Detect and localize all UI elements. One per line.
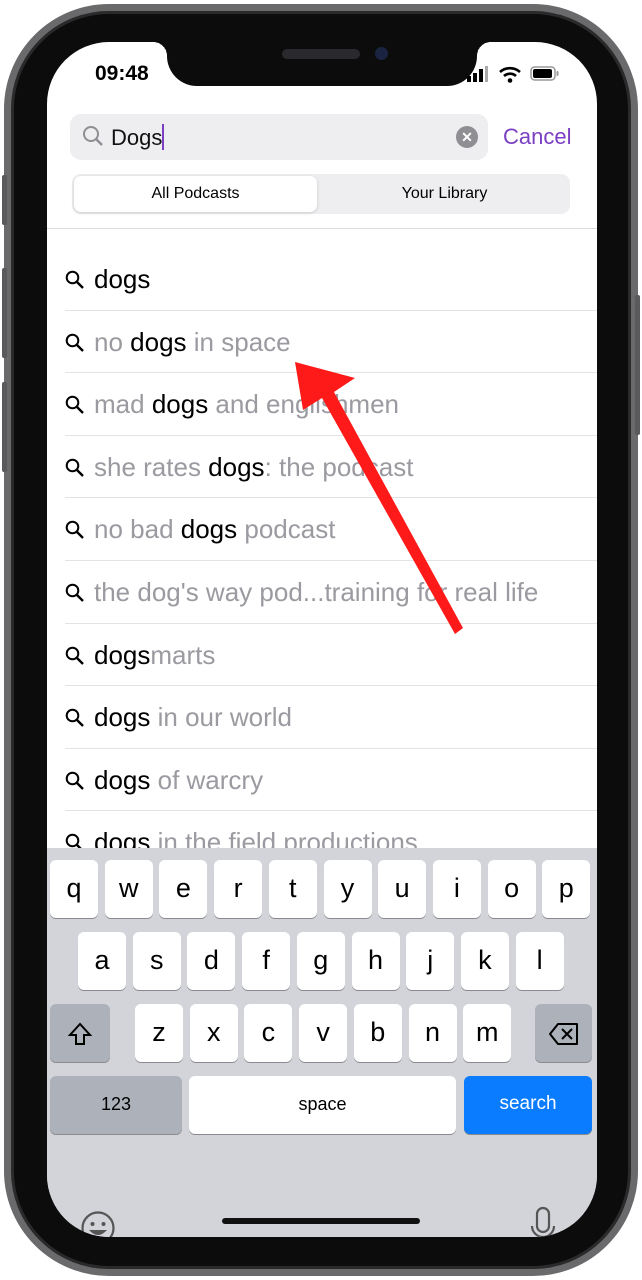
annotation-arrow [295, 362, 463, 634]
